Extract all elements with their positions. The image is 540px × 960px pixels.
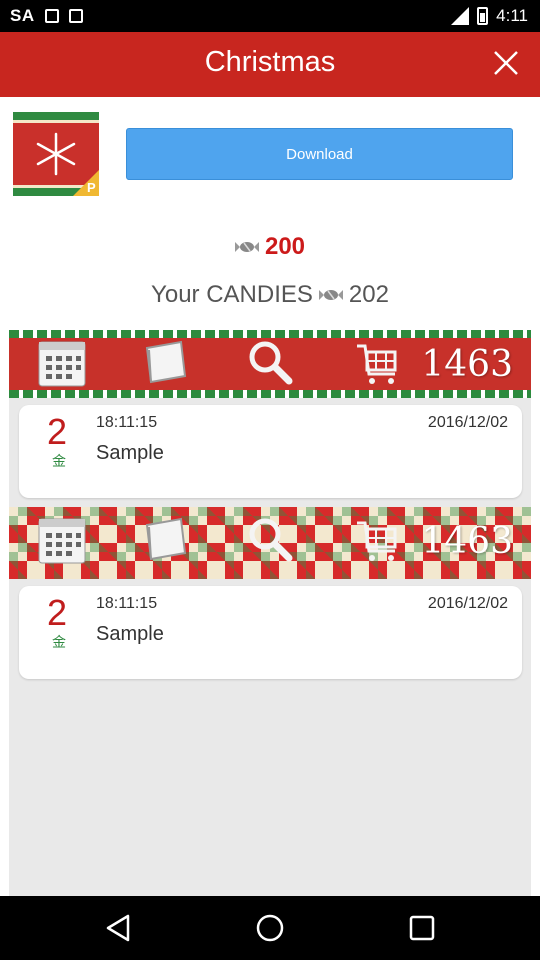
toolbar-banner: 1463 — [9, 330, 531, 398]
cart-icon[interactable] — [353, 517, 403, 565]
notification-icon — [44, 9, 59, 23]
candy-icon — [234, 242, 259, 252]
search-icon[interactable] — [245, 515, 295, 563]
page-title: Christmas — [204, 46, 336, 78]
item-unit: 金 — [52, 453, 66, 469]
item-date: 2016/12/02 — [427, 414, 508, 431]
item-name: Sample — [96, 442, 164, 464]
search-icon[interactable] — [245, 338, 295, 386]
battery-icon — [477, 7, 489, 25]
banner-count: 1463 — [421, 344, 513, 385]
candy-icon — [318, 290, 343, 300]
clock: 4:11 — [496, 6, 528, 25]
book-icon[interactable] — [141, 515, 191, 563]
item-number: 2 — [47, 411, 68, 452]
banner-count: 1463 — [421, 521, 513, 562]
price-value: 200 — [264, 233, 306, 260]
status-bar: SA 4:11 — [0, 0, 540, 32]
navigation-bar — [0, 896, 540, 960]
list-item[interactable]: 2 金 18:11:15 2016/12/02 Sample — [19, 405, 522, 498]
item-date: 2016/12/02 — [427, 595, 508, 612]
list-item[interactable]: 2 金 18:11:15 2016/12/02 Sample — [19, 586, 522, 679]
download-button[interactable]: Download — [126, 128, 513, 180]
theme-thumbnail: P — [13, 112, 99, 196]
your-candies-value: 202 — [348, 281, 389, 308]
content-panel: P Download 200 Your CANDIES 202 1463 2 金… — [0, 97, 540, 896]
item-time: 18:11:15 — [96, 595, 158, 612]
close-icon[interactable] — [490, 47, 522, 79]
book-icon[interactable] — [141, 338, 191, 386]
item-number: 2 — [47, 592, 68, 633]
carrier-label: SA — [10, 6, 35, 25]
preview-list: 1463 2 金 18:11:15 2016/12/02 Sample 1463… — [9, 330, 531, 896]
home-icon[interactable] — [254, 912, 286, 944]
svg-text:P: P — [87, 180, 96, 195]
calendar-icon[interactable] — [37, 517, 87, 565]
cart-icon[interactable] — [353, 340, 403, 388]
calendar-icon[interactable] — [37, 340, 87, 388]
notification-icon — [68, 9, 83, 23]
item-time: 18:11:15 — [96, 414, 158, 431]
app-header: Christmas — [0, 32, 540, 97]
back-icon[interactable] — [102, 912, 134, 944]
item-name: Sample — [96, 623, 164, 645]
recent-apps-icon[interactable] — [406, 912, 438, 944]
your-candies-row: Your CANDIES 202 — [0, 281, 540, 309]
toolbar-banner: 1463 — [9, 507, 531, 579]
signal-icon — [451, 7, 470, 25]
your-candies-label: Your CANDIES — [151, 281, 313, 308]
item-unit: 金 — [52, 634, 66, 650]
price-row: 200 — [0, 233, 540, 261]
